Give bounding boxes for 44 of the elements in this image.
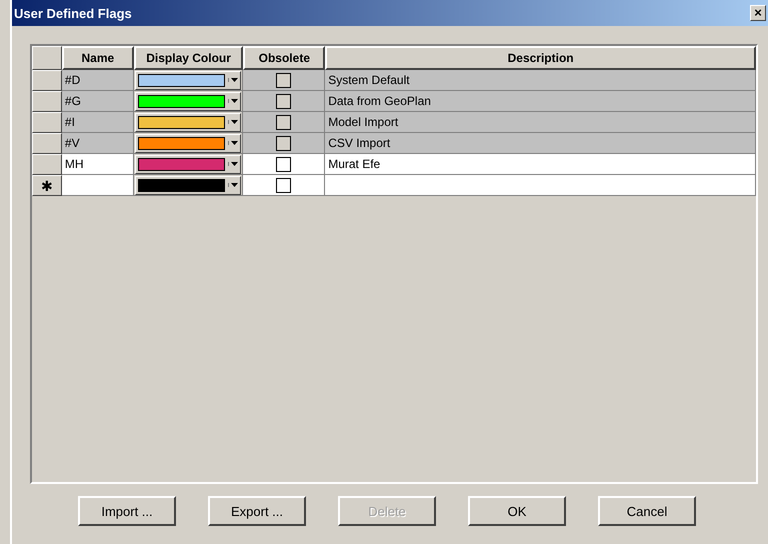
window-title: User Defined Flags [14, 6, 132, 20]
table-cell: MH [62, 154, 134, 175]
row-header[interactable] [32, 70, 62, 91]
table-cell: Model Import [325, 112, 756, 133]
table-cell: System Default [325, 70, 756, 91]
obsolete-checkbox[interactable] [276, 72, 292, 88]
table-cell: Data from GeoPlan [325, 91, 756, 112]
colour-dropdown[interactable] [134, 112, 242, 132]
dialog-button[interactable]: Cancel [598, 496, 696, 526]
column-header[interactable]: Display Colour [134, 46, 244, 70]
dialog-button[interactable]: Export ... [208, 496, 306, 526]
new-row-marker: ✱ [32, 175, 62, 196]
close-button[interactable]: × [750, 5, 766, 21]
dropdown-arrow-icon [228, 99, 238, 103]
table-cell: Murat Efe [325, 154, 756, 175]
row-header[interactable] [32, 133, 62, 154]
dropdown-arrow-icon [228, 141, 238, 145]
table-cell: #V [62, 133, 134, 154]
colour-dropdown[interactable] [134, 134, 242, 152]
table-cell: #D [62, 70, 134, 91]
dialog-button[interactable]: Import ... [78, 496, 176, 526]
obsolete-checkbox[interactable] [276, 94, 292, 108]
obsolete-checkbox[interactable] [276, 136, 292, 150]
table-cell: #G [62, 91, 134, 112]
colour-dropdown[interactable] [134, 176, 242, 194]
row-header[interactable] [32, 91, 62, 112]
obsolete-checkbox[interactable] [276, 156, 292, 172]
colour-dropdown[interactable] [134, 154, 242, 174]
column-header[interactable]: Description [325, 46, 756, 70]
column-header[interactable]: Name [62, 46, 134, 70]
column-header[interactable]: Obsolete [243, 46, 326, 70]
dropdown-arrow-icon [228, 120, 238, 124]
dropdown-arrow-icon [228, 162, 238, 166]
dropdown-arrow-icon [228, 183, 238, 187]
obsolete-checkbox[interactable] [276, 178, 292, 192]
row-header[interactable] [32, 112, 62, 133]
colour-dropdown[interactable] [134, 92, 242, 110]
colour-dropdown[interactable] [134, 70, 242, 90]
dialog-button[interactable]: OK [468, 496, 566, 526]
row-header[interactable] [32, 154, 62, 175]
table-cell: CSV Import [325, 133, 756, 154]
table-cell: #I [62, 112, 134, 133]
dropdown-arrow-icon [228, 78, 238, 82]
obsolete-checkbox[interactable] [276, 114, 292, 130]
